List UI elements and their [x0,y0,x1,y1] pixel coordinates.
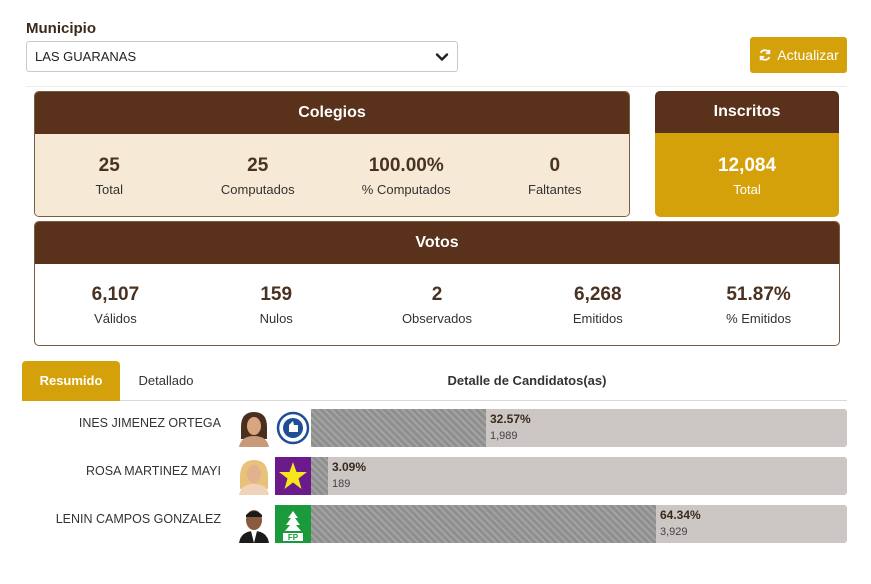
colegios-total: 25 Total [35,154,184,197]
divider [26,86,847,87]
votos-validos: 6,107 Válidos [35,283,196,326]
candidate-votes: 189 [332,478,351,490]
stat-value: 6,107 [91,284,140,305]
vote-bar: 32.57% 1,989 [311,409,847,447]
tab-resumido[interactable]: Resumido [22,361,120,401]
candidate-percent: 64.34% [660,508,701,522]
tabs-bar: Resumido Detallado Detalle de Candidatos… [22,361,847,401]
candidate-photo [236,457,272,495]
colegios-computados: 25 Computados [184,154,333,197]
colegios-faltantes: 0 Faltantes [481,154,630,197]
vote-bar: 64.34% 3,929 [311,505,847,543]
stat-label: Total [733,181,761,197]
stat-label: % Computados [361,181,451,197]
stat-label: Emitidos [572,311,623,326]
stat-label: Computados [220,181,295,197]
candidate-votes: 1,989 [490,430,518,442]
stat-label: % Emitidos [726,311,792,326]
stat-label: Faltantes [528,181,582,197]
star-party-logo-icon [275,457,311,495]
municipio-select[interactable]: LAS GUARANAS [26,41,458,72]
tab-detallado[interactable]: Detallado [126,361,206,401]
vote-bar-fill [311,457,328,495]
stat-value: 159 [260,284,293,305]
votos-pct-emitidos: 51.87% % Emitidos [678,283,839,326]
votos-card: Votos 6,107 Válidos 159 Nulos 2 Observados … [34,221,840,346]
colegios-title: Colegios [35,92,629,134]
municipio-selected-value: LAS GUARANAS [35,49,137,64]
refresh-icon [760,49,771,61]
actualizar-label: Actualizar [777,47,839,63]
inscritos-total: 12,084 Total [655,154,839,197]
stat-value: 12,084 [717,154,777,176]
votos-observados: 2 Observados [357,283,518,326]
vote-bar: 3.09% 189 [311,457,847,495]
vote-bar-fill [311,505,656,543]
actualizar-button[interactable]: Actualizar [750,37,847,73]
stat-label: Total [95,181,123,197]
candidate-percent: 32.57% [490,412,531,426]
stat-value: 100.00% [368,154,444,176]
prd-party-logo-icon [275,409,311,447]
votos-title: Votos [35,222,839,264]
chevron-down-icon [435,52,449,61]
detalle-candidatos-title: Detalle de Candidatos(as) [447,373,607,388]
candidate-name: INES JIMENEZ ORTEGA [78,416,221,430]
candidate-percent: 3.09% [332,460,367,474]
votos-emitidos: 6,268 Emitidos [517,283,678,326]
stat-label: Válidos [94,311,137,326]
votos-nulos: 159 Nulos [196,283,357,326]
stat-value: 2 [431,284,443,305]
candidate-name: ROSA MARTINEZ MAYI [86,464,221,478]
stat-value: 51.87% [726,284,791,305]
candidate-name: LENIN CAMPOS GONZALEZ [55,512,221,526]
candidate-photo [236,409,272,447]
candidate-row: INES JIMENEZ ORTEGA 32.57% 1,989 [22,408,847,448]
municipio-label: Municipio [26,20,96,37]
colegios-pct-computados: 100.00% % Computados [332,154,481,197]
colegios-card: Colegios 25 Total 25 Computados 100.00% % C… [34,91,630,217]
stat-label: Observados [401,311,473,326]
inscritos-title: Inscritos [655,91,839,133]
vote-bar-fill [311,409,486,447]
stat-value: 6,268 [574,284,622,305]
inscritos-card: Inscritos 12,084 Total [655,91,839,217]
stat-label: Nulos [259,311,293,326]
stat-value: 25 [247,154,269,176]
fp-party-logo-icon: FP [275,505,311,543]
stat-value: 25 [98,154,120,176]
candidate-row: LENIN CAMPOS GONZALEZ FP 64.34% 3,929 [22,504,847,544]
fp-logo-text: FP [288,533,299,542]
candidate-votes: 3,929 [660,526,688,538]
candidate-photo [236,505,272,543]
stat-value: 0 [549,154,561,176]
candidate-row: ROSA MARTINEZ MAYI 3.09% 189 [22,456,847,496]
